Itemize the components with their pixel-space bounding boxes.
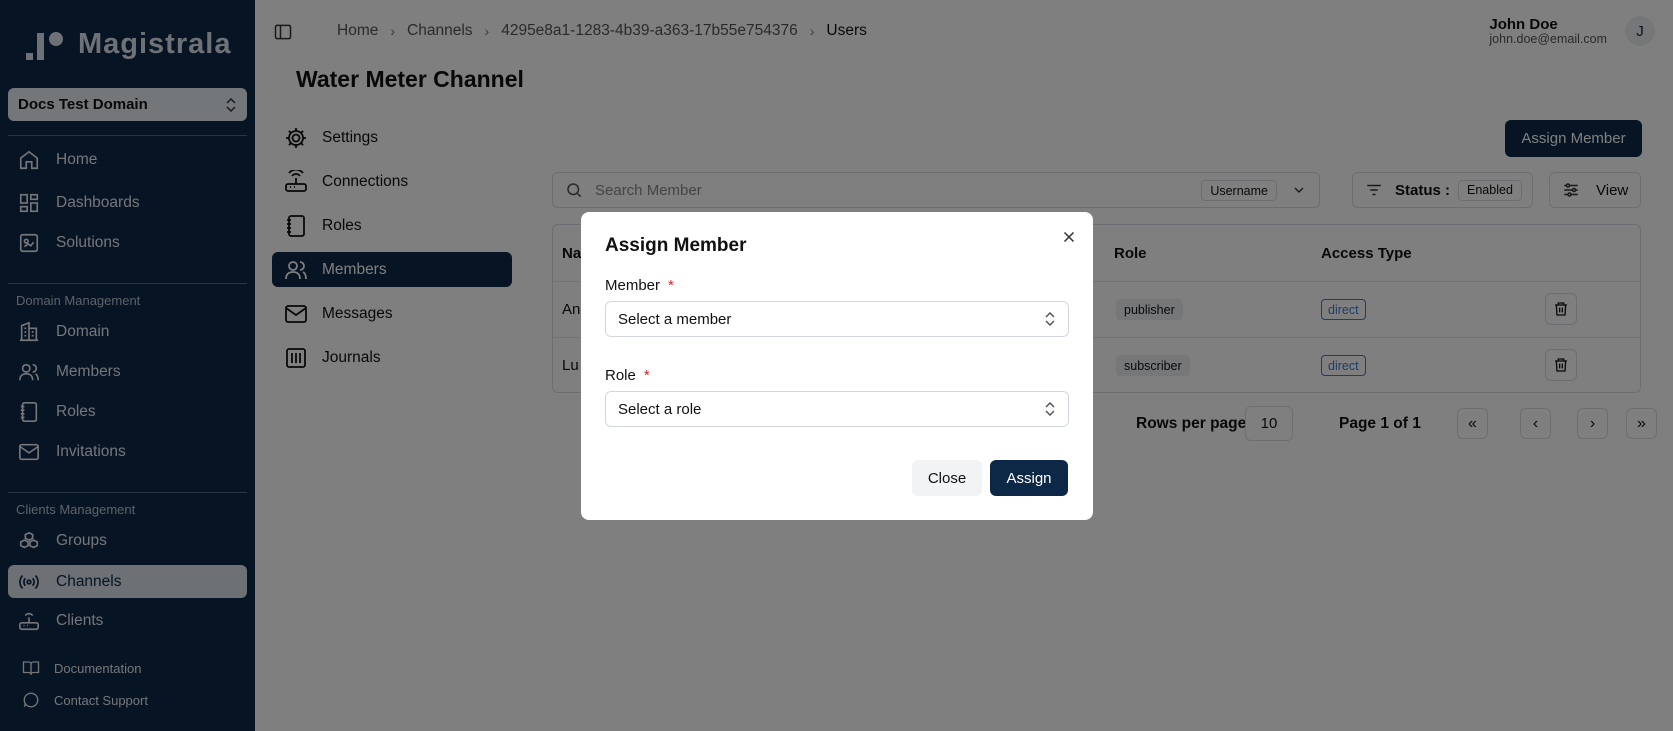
close-button[interactable]: Close: [912, 460, 982, 496]
role-label-text: Role: [605, 367, 636, 384]
updown-chevron-icon: [1045, 402, 1055, 416]
role-field-label: Role *: [605, 367, 650, 384]
close-dialog-button[interactable]: [1060, 228, 1078, 246]
role-select[interactable]: Select a role: [605, 391, 1069, 427]
assign-button[interactable]: Assign: [990, 460, 1068, 496]
dialog-title: Assign Member: [605, 235, 747, 256]
assign-member-dialog: Assign Member Member * Select a member Ro…: [581, 212, 1093, 520]
member-select-value: Select a member: [618, 310, 732, 328]
member-label-text: Member: [605, 277, 661, 294]
required-indicator: *: [668, 277, 674, 294]
close-icon: [1063, 231, 1075, 243]
member-field-label: Member *: [605, 277, 674, 294]
member-select[interactable]: Select a member: [605, 301, 1069, 337]
updown-chevron-icon: [1045, 312, 1055, 326]
role-select-value: Select a role: [618, 400, 702, 418]
required-indicator: *: [643, 367, 650, 384]
